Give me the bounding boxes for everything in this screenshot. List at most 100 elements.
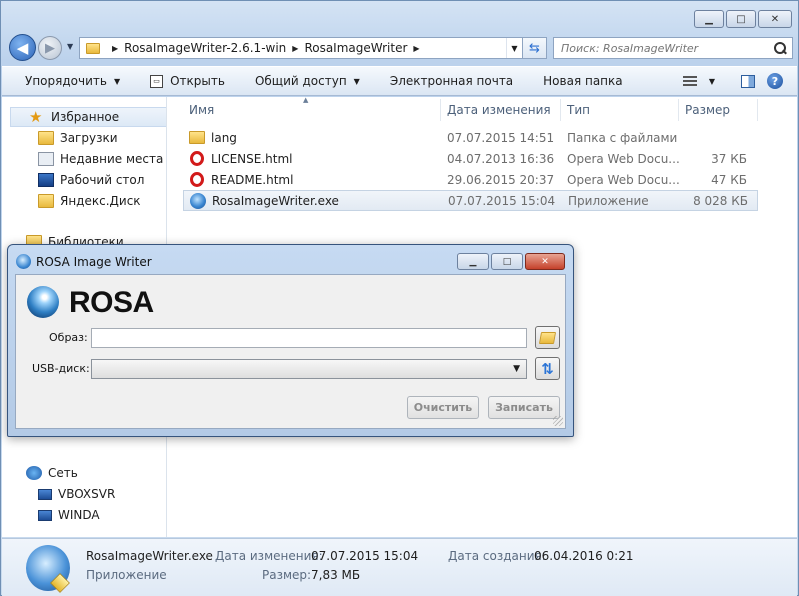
search-input[interactable] (561, 41, 766, 55)
chevron-down-icon: ▼ (113, 76, 121, 86)
file-size: 8 028 КБ (693, 193, 748, 208)
arrow-right-icon: ▶ (45, 40, 55, 56)
open-image-button[interactable] (535, 326, 560, 349)
yandex-disk-folder-icon (38, 194, 54, 208)
image-label: Образ: (49, 331, 88, 344)
navigation-bar: ◀ ▶ ▼ ▶ RosaImageWriter-2.6.1-win ▶ Rosa… (7, 33, 794, 61)
file-name: RosaImageWriter.exe (212, 193, 339, 208)
file-row-selected[interactable]: RosaImageWriter.exe 07.07.2015 15:04 При… (183, 190, 758, 211)
share-button[interactable]: Общий доступ ▼ (237, 67, 372, 95)
help-icon[interactable]: ? (767, 73, 783, 89)
email-button[interactable]: Электронная почта (372, 67, 525, 95)
file-type: Opera Web Docu... (567, 172, 679, 187)
column-header-size[interactable]: Размер (679, 99, 758, 121)
rosa-maximize-button[interactable]: □ (491, 253, 523, 270)
sort-up-icon: ▲ (303, 96, 309, 104)
file-date: 07.07.2015 14:51 (447, 130, 555, 145)
sidebar-item-desktop[interactable]: Рабочий стол (38, 170, 144, 190)
details-size-value: 7,83 МБ (311, 568, 361, 582)
file-name: lang (211, 130, 237, 145)
sidebar-item-favorites[interactable]: ★ Избранное (10, 107, 166, 127)
address-bar[interactable]: ▶ RosaImageWriter-2.6.1-win ▶ RosaImageW… (79, 37, 547, 59)
views-icon[interactable] (682, 76, 697, 86)
organize-label: Упорядочить (25, 74, 107, 88)
image-path-field[interactable] (91, 328, 527, 348)
column-header-label: Размер (685, 103, 731, 117)
file-type: Opera Web Docu... (567, 151, 679, 166)
search-box[interactable] (553, 37, 793, 59)
rosa-logo-icon (27, 286, 59, 318)
sidebar-item-yandex-disk[interactable]: Яндекс.Диск (38, 191, 141, 211)
open-icon: ▭ (150, 74, 164, 88)
rosa-client-area: ROSA Образ: USB-диск: ▼ ⇅ Очистить Запис… (15, 274, 566, 429)
sidebar-item-downloads[interactable]: Загрузки (38, 128, 118, 148)
sidebar-item-label: WINDA (58, 508, 100, 522)
chevron-right-icon[interactable]: ▶ (292, 44, 298, 53)
sidebar-item-winda[interactable]: WINDA (38, 505, 100, 525)
preview-pane-icon[interactable] (741, 74, 755, 88)
column-header-label: Имя (189, 103, 215, 117)
command-bar: Упорядочить ▼ ▭ Открыть Общий доступ ▼ Элек… (2, 66, 797, 96)
file-date: 07.07.2015 15:04 (448, 193, 556, 208)
views-dropdown-icon[interactable]: ▼ (709, 77, 715, 86)
details-created-value: 06.04.2016 0:21 (534, 549, 634, 563)
downloads-folder-icon (38, 131, 54, 145)
rosa-minimize-button[interactable]: ▁ (457, 253, 489, 270)
details-modified-value: 07.07.2015 15:04 (311, 549, 419, 563)
desktop-icon (38, 173, 54, 187)
rosa-logo-text: ROSA (69, 286, 154, 319)
opera-icon (190, 151, 204, 166)
refresh-button[interactable]: ⇆ (522, 38, 546, 58)
recent-pages-dropdown[interactable]: ▼ (67, 42, 73, 51)
file-row[interactable]: LICENSE.html 04.07.2013 16:36 Opera Web … (183, 148, 758, 169)
file-size: 37 КБ (711, 151, 747, 166)
arrow-left-icon: ◀ (16, 38, 29, 57)
sidebar-item-label: Недавние места (60, 152, 164, 166)
column-header-date[interactable]: Дата изменения (441, 99, 561, 121)
new-folder-button[interactable]: Новая папка (525, 67, 634, 95)
rosa-app-icon (16, 254, 31, 269)
details-modified-label: Дата изменения: (215, 549, 323, 563)
file-date: 04.07.2013 16:36 (447, 151, 555, 166)
open-folder-icon (538, 331, 557, 344)
clear-button[interactable]: Очистить (407, 396, 479, 419)
breadcrumb-item[interactable]: RosaImageWriter-2.6.1-win (124, 41, 286, 55)
sidebar-item-label: Рабочий стол (60, 173, 145, 187)
search-icon[interactable] (774, 42, 786, 54)
usb-device-select[interactable]: ▼ (91, 359, 527, 379)
forward-button[interactable]: ▶ (38, 36, 62, 60)
sidebar-item-label: Загрузки (60, 131, 118, 145)
open-button[interactable]: ▭ Открыть (132, 67, 237, 95)
minimize-button[interactable]: ▁ (694, 10, 724, 28)
sidebar-item-label: Яндекс.Диск (60, 194, 141, 208)
sidebar-item-network[interactable]: Сеть (26, 463, 78, 483)
column-header-label: Тип (567, 103, 590, 117)
rosa-close-button[interactable]: ✕ (525, 253, 565, 270)
chevron-down-icon: ▼ (513, 364, 520, 374)
resize-grip[interactable] (553, 416, 563, 426)
refresh-usb-button[interactable]: ⇅ (535, 357, 560, 380)
column-header-label: Дата изменения (447, 103, 551, 117)
address-dropdown-button[interactable]: ▼ (506, 38, 522, 58)
column-header-name[interactable]: ▲ Имя (183, 96, 441, 121)
window-controls: ▁ □ ✕ (694, 10, 792, 28)
file-size: 47 КБ (711, 172, 747, 187)
maximize-button[interactable]: □ (726, 10, 756, 28)
column-header-type[interactable]: Тип (561, 99, 679, 121)
file-row[interactable]: lang 07.07.2015 14:51 Папка с файлами (183, 127, 758, 148)
sidebar-item-recent-places[interactable]: Недавние места (38, 149, 163, 169)
write-button[interactable]: Записать (488, 396, 560, 419)
details-created-label: Дата создания: (448, 549, 546, 563)
folder-icon (86, 42, 100, 54)
app-large-icon (26, 545, 70, 591)
sidebar-item-vboxsvr[interactable]: VBOXSVR (38, 484, 115, 504)
computer-icon (38, 509, 52, 521)
close-button[interactable]: ✕ (758, 10, 792, 28)
breadcrumb-item[interactable]: RosaImageWriter (304, 41, 407, 55)
organize-button[interactable]: Упорядочить ▼ (2, 67, 132, 95)
back-button[interactable]: ◀ (9, 34, 36, 61)
chevron-right-icon[interactable]: ▶ (112, 44, 118, 53)
opera-icon (190, 172, 204, 187)
chevron-right-icon[interactable]: ▶ (413, 44, 419, 53)
file-row[interactable]: README.html 29.06.2015 20:37 Opera Web D… (183, 169, 758, 190)
